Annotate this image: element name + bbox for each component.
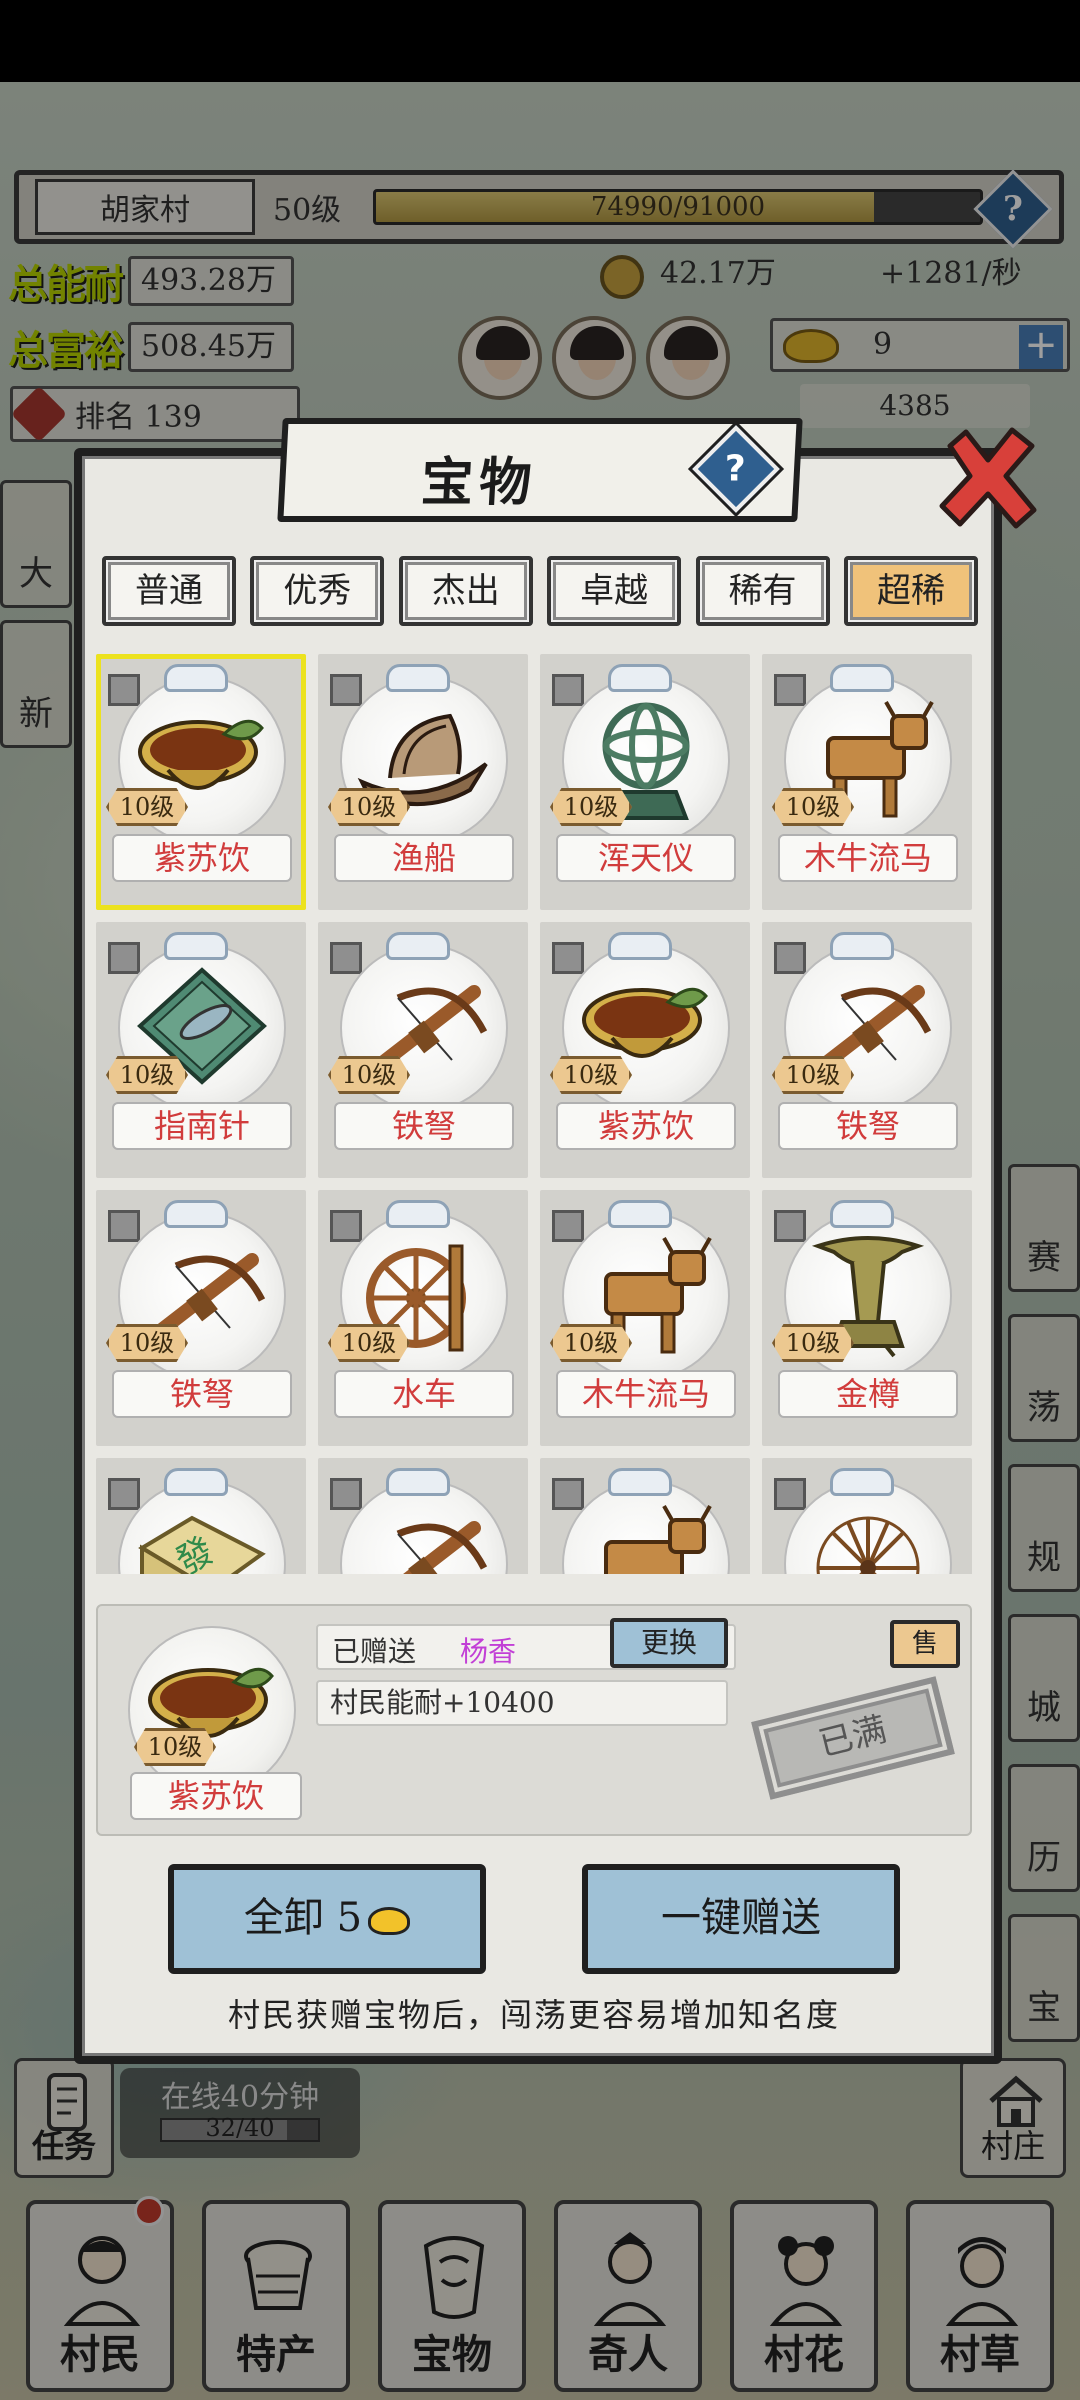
treasure-card[interactable]: 10级铁弩 [762, 922, 972, 1178]
item-name: 紫苏饮 [112, 834, 292, 882]
item-name: 铁弩 [112, 1370, 292, 1418]
item-name: 木牛流马 [556, 1370, 736, 1418]
item-level: 10级 [772, 1324, 854, 1362]
lock-icon[interactable] [386, 932, 450, 960]
lock-icon[interactable] [164, 1468, 228, 1496]
item-level: 10级 [550, 788, 632, 826]
treasure-card[interactable]: 10级浑天仪 [540, 654, 750, 910]
lock-icon[interactable] [830, 932, 894, 960]
treasure-card[interactable]: 10级木牛流马 [540, 1190, 750, 1446]
lock-icon[interactable] [608, 1468, 672, 1496]
item-name: 紫苏饮 [556, 1102, 736, 1150]
gifted-villager-name: 杨香 [460, 1635, 517, 1668]
tab-rare[interactable]: 稀有 [695, 556, 830, 626]
treasure-card[interactable]: 10级紫苏饮 [540, 922, 750, 1178]
mahjong-tile-icon: 發 [138, 1515, 266, 1574]
lock-icon[interactable] [608, 664, 672, 692]
treasure-card[interactable] [540, 1458, 750, 1574]
bonus-text: 村民能耐+10400 [316, 1680, 728, 1726]
gift-all-button[interactable]: 一键赠送 [582, 1864, 900, 1974]
treasure-detail-panel: 10级 紫苏饮 已赠送 杨香 更换 售 村民能耐+10400 已满 [96, 1604, 972, 1836]
item-level: 10级 [550, 1056, 632, 1094]
treasure-card[interactable] [318, 1458, 528, 1574]
spinning-wheel-icon [816, 1516, 920, 1574]
lock-icon[interactable] [830, 1200, 894, 1228]
treasure-card[interactable]: 10级渔船 [318, 654, 528, 910]
treasure-card[interactable]: 10级水车 [318, 1190, 528, 1446]
lock-icon[interactable] [608, 1200, 672, 1228]
unload-all-label: 全卸 5 [243, 1895, 363, 1941]
lock-icon[interactable] [386, 1468, 450, 1496]
change-recipient-button[interactable]: 更换 [610, 1618, 728, 1668]
sell-button[interactable]: 售 [890, 1620, 960, 1668]
treasure-grid-scroll[interactable]: 10级 紫苏饮 10级 渔船 10级 浑天仪 10级 木牛流马 10级 指南针 10级 铁弩 10级 紫苏… [96, 654, 972, 1574]
item-name: 木牛流马 [778, 834, 958, 882]
item-name: 铁弩 [778, 1102, 958, 1150]
detail-item-level: 10级 [134, 1728, 216, 1766]
hint-text: 村民获赠宝物后，闯荡更容易增加知名度 [227, 1996, 840, 2034]
item-name: 水车 [334, 1370, 514, 1418]
item-level: 10级 [328, 1056, 410, 1094]
crossbow-icon [396, 1521, 488, 1574]
wooden-ox-icon [604, 1505, 712, 1574]
status-bar [0, 0, 1080, 82]
lock-icon[interactable] [164, 932, 228, 960]
modal-title: 宝物 [419, 452, 539, 513]
item-level: 10级 [772, 1056, 854, 1094]
item-level: 10级 [106, 1324, 188, 1362]
unload-all-button[interactable]: 全卸 5 [168, 1864, 486, 1974]
treasure-card[interactable]: 10级铁弩 [318, 922, 528, 1178]
item-level: 10级 [106, 1056, 188, 1094]
treasure-card[interactable]: 10级指南针 [96, 922, 306, 1178]
item-name: 铁弩 [334, 1102, 514, 1150]
lock-icon[interactable] [386, 1200, 450, 1228]
close-x-icon[interactable] [936, 426, 1040, 530]
item-level: 10级 [328, 1324, 410, 1362]
tab-superb[interactable]: 卓越 [547, 556, 682, 626]
lock-icon[interactable] [830, 664, 894, 692]
treasure-card[interactable]: 10级紫苏饮 [96, 654, 306, 910]
lock-icon[interactable] [608, 932, 672, 960]
treasure-grid: 10级 紫苏饮 10级 渔船 10级 浑天仪 10级 木牛流马 10级 指南针 10级 铁弩 10级 紫苏… [96, 654, 972, 1574]
treasure-card[interactable]: 10级铁弩 [96, 1190, 306, 1446]
gifted-label: 已赠送 [332, 1635, 417, 1668]
lock-icon[interactable] [386, 664, 450, 692]
item-level: 10级 [328, 788, 410, 826]
item-level: 10级 [106, 788, 188, 826]
tab-common[interactable]: 普通 [102, 556, 236, 626]
treasure-card[interactable]: 10级金樽 [762, 1190, 972, 1446]
tab-excellent[interactable]: 优秀 [250, 556, 385, 626]
treasure-card[interactable] [762, 1458, 972, 1574]
lock-icon[interactable] [830, 1468, 894, 1496]
treasure-card[interactable]: 發 [96, 1458, 306, 1574]
lock-icon[interactable] [164, 1200, 228, 1228]
full-stamp: 已满 [751, 1676, 955, 1800]
item-name: 浑天仪 [556, 834, 736, 882]
item-name: 指南针 [112, 1102, 292, 1150]
item-name: 渔船 [334, 834, 514, 882]
item-level: 10级 [550, 1324, 632, 1362]
treasure-card[interactable]: 10级木牛流马 [762, 654, 972, 910]
item-name: 金樽 [778, 1370, 958, 1418]
tab-super-rare[interactable]: 超稀 [843, 556, 978, 626]
gold-ingot-icon [368, 1907, 411, 1935]
rarity-tabs: 普通 优秀 杰出 卓越 稀有 超稀 [102, 556, 978, 628]
tab-outstanding[interactable]: 杰出 [398, 556, 533, 626]
lock-icon[interactable] [164, 664, 228, 692]
detail-item-name: 紫苏饮 [130, 1772, 302, 1820]
item-level: 10级 [772, 788, 854, 826]
